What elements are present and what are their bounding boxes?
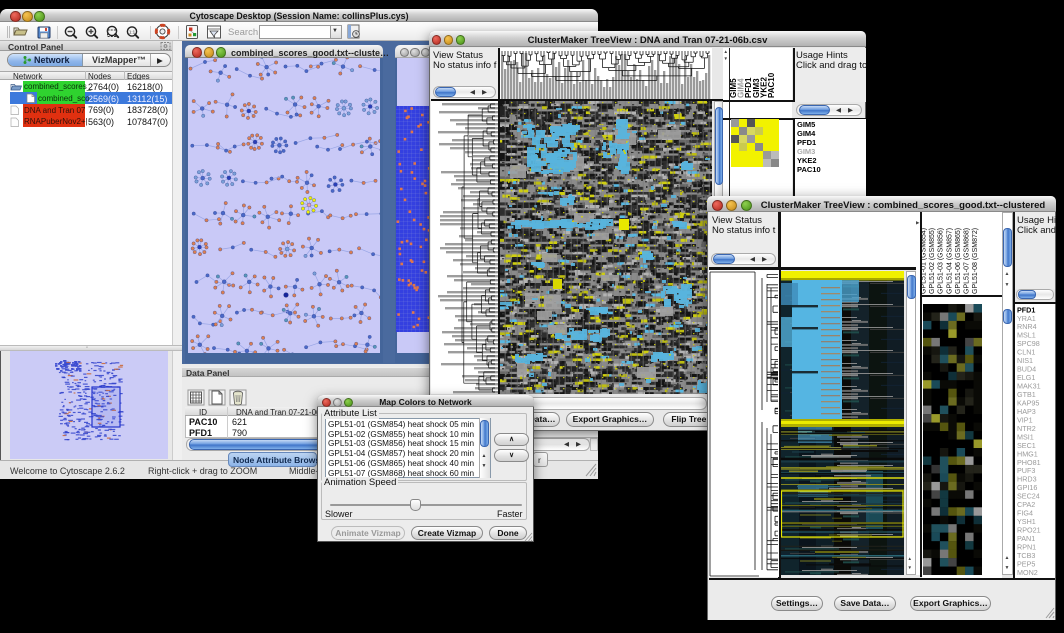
svg-text:PAC10: PAC10 (767, 72, 776, 98)
svg-text:GPL51-03 (GSM856): GPL51-03 (GSM856) (938, 228, 945, 294)
svg-text:GPL51-01 (GSM854): GPL51-01 (GSM854) (922, 228, 928, 294)
svg-text:GPL51-02 (GSM855): GPL51-02 (GSM855) (929, 228, 936, 294)
svg-text:GPL51-07 (GSM868): GPL51-07 (GSM868) (964, 228, 971, 294)
svg-text:GPL51-08 (GSM872): GPL51-08 (GSM872) (972, 228, 979, 294)
svg-text:1:1: 1:1 (129, 30, 136, 35)
svg-text:GPL51-06 (GSM865): GPL51-06 (GSM865) (955, 228, 962, 294)
svg-text:GPL51-04 (GSM857): GPL51-04 (GSM857) (946, 228, 953, 294)
svg-text:MON2: MON2 (1017, 568, 1038, 577)
